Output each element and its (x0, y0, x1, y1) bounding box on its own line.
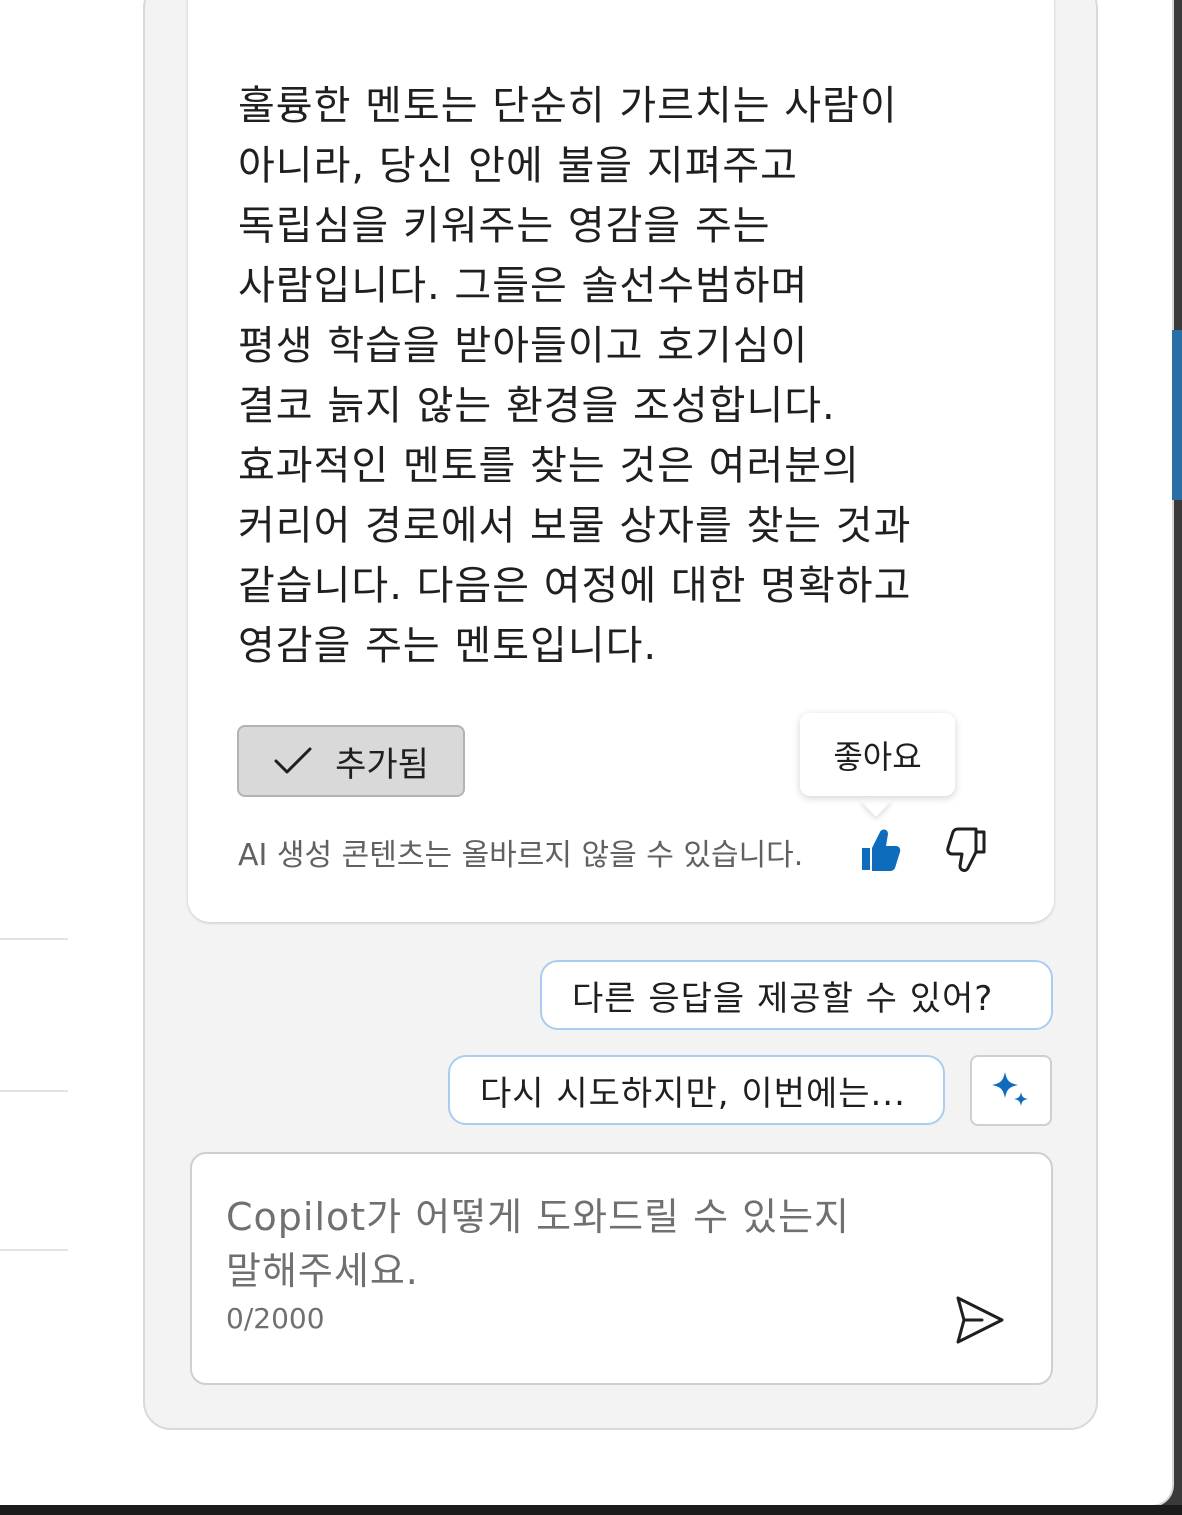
thumbs-down-icon[interactable] (946, 826, 992, 874)
response-text: 훌륭한 멘토는 단순히 가르치는 사람이 아니라, 당신 안에 불을 지펴주고 … (238, 83, 912, 669)
suggestion-chip-alt-response[interactable]: 다른 응답을 제공할 수 있어? (540, 960, 1053, 1030)
background-window-edge (1172, 330, 1182, 500)
thumbs-up-icon[interactable] (856, 826, 902, 874)
added-label: 추가됨 (335, 744, 429, 785)
chat-input-placeholder: Copilot가 어떻게 도와드릴 수 있는지 말해주세요. (226, 1195, 851, 1293)
copilot-window: 훌륭한 멘토는 단순히 가르치는 사람이 아니라, 당신 안에 불을 지펴주고 … (0, 0, 1174, 1507)
like-tooltip: 좋아요 (800, 713, 955, 796)
added-button[interactable]: 추가됨 (237, 725, 465, 797)
divider (0, 938, 68, 940)
sparkle-icon (990, 1068, 1032, 1114)
check-icon (273, 745, 313, 777)
suggestion-label: 다시 시도하지만, 이번에는... (480, 1073, 906, 1114)
suggestion-label: 다른 응답을 제공할 수 있어? (572, 978, 994, 1019)
char-counter: 0/2000 (226, 1302, 325, 1335)
divider (0, 1090, 68, 1092)
sparkle-button[interactable] (970, 1055, 1052, 1126)
ai-disclaimer: AI 생성 콘텐츠는 올바르지 않을 수 있습니다. (238, 838, 804, 873)
send-icon[interactable] (952, 1292, 1008, 1348)
taskbar-edge (0, 1505, 1182, 1515)
suggestion-chip-retry[interactable]: 다시 시도하지만, 이번에는... (448, 1055, 945, 1125)
divider (0, 1249, 68, 1251)
